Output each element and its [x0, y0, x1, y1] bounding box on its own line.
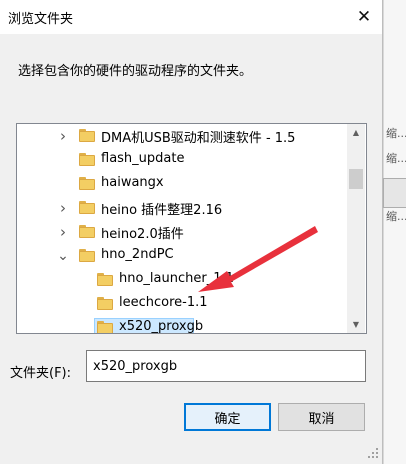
- folder-icon: [97, 297, 113, 310]
- ok-button[interactable]: 确定: [184, 403, 271, 431]
- folder-icon: [79, 225, 95, 238]
- close-icon: ✕: [356, 7, 372, 27]
- tree-item-label: hno_launcher_1.1: [119, 271, 234, 286]
- tree-item[interactable]: x520_proxgb: [17, 317, 347, 334]
- tree-item-label: x520_proxgb: [119, 319, 204, 334]
- scroll-thumb[interactable]: [349, 169, 363, 189]
- chevron-right-icon[interactable]: ›: [57, 127, 69, 145]
- dialog-title: 浏览文件夹: [8, 12, 74, 27]
- tree-item[interactable]: flash_update: [17, 149, 347, 171]
- background-button: [383, 178, 406, 208]
- chevron-down-icon[interactable]: ⌄: [57, 248, 69, 264]
- chevron-right-icon[interactable]: ›: [57, 223, 69, 241]
- scroll-down-icon[interactable]: ▼: [347, 316, 365, 333]
- tree-item[interactable]: leechcore-1.1: [17, 293, 347, 315]
- chevron-right-icon[interactable]: ›: [57, 199, 69, 217]
- folder-icon: [79, 153, 95, 166]
- instruction-text: 选择包含你的硬件的驱动程序的文件夹。: [18, 64, 253, 79]
- tree-item[interactable]: › DMA机USB驱动和测速软件 - 1.5: [17, 125, 347, 147]
- background-window: [383, 0, 406, 464]
- background-text: 缩...: [386, 127, 406, 140]
- folder-icon: [97, 273, 113, 286]
- title-bar[interactable]: 浏览文件夹 ✕: [0, 0, 382, 34]
- close-button[interactable]: ✕: [346, 0, 382, 34]
- background-text: 缩...: [386, 210, 406, 223]
- tree-item-label: heino 插件整理2.16: [101, 203, 223, 218]
- tree-scrollbar[interactable]: ▲ ▼: [347, 124, 365, 333]
- resize-grip-icon[interactable]: [366, 446, 380, 460]
- tree-item-label: haiwangx: [101, 175, 164, 190]
- scroll-up-icon[interactable]: ▲: [347, 124, 365, 141]
- cancel-button[interactable]: 取消: [278, 403, 365, 431]
- folder-icon: [79, 129, 95, 142]
- folder-icon: [79, 177, 95, 190]
- background-text: 缩...: [386, 152, 406, 165]
- tree-item[interactable]: haiwangx: [17, 173, 347, 195]
- folder-field-label: 文件夹(F):: [10, 366, 72, 381]
- tree-item-label: DMA机USB驱动和测速软件 - 1.5: [101, 131, 296, 146]
- folder-icon: [79, 201, 95, 214]
- folder-input[interactable]: [86, 350, 366, 382]
- tree-item[interactable]: › heino2.0插件: [17, 221, 347, 243]
- tree-item-label: flash_update: [101, 151, 185, 166]
- tree-item[interactable]: › heino 插件整理2.16: [17, 197, 347, 219]
- tree-item-label: heino2.0插件: [101, 227, 184, 242]
- tree-item-label: hno_2ndPC: [101, 247, 174, 262]
- tree-item-label: leechcore-1.1: [119, 295, 208, 310]
- tree-item[interactable]: hno_launcher_1.1: [17, 269, 347, 291]
- folder-icon: [97, 321, 113, 333]
- folder-icon: [79, 249, 95, 262]
- tree-item[interactable]: ⌄ hno_2ndPC: [17, 245, 347, 267]
- folder-tree[interactable]: › DMA机USB驱动和测速软件 - 1.5 flash_updatehaiwang…: [16, 123, 367, 334]
- browse-folder-dialog: 浏览文件夹 ✕ 选择包含你的硬件的驱动程序的文件夹。 › DMA机USB驱动和测速…: [0, 0, 383, 464]
